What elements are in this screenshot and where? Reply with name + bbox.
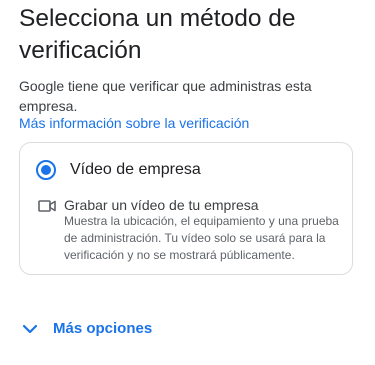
- video-camera-icon: [38, 200, 56, 212]
- more-options-label: Más opciones: [53, 320, 153, 337]
- radio-option-video[interactable]: Vídeo de empresa: [36, 158, 201, 182]
- intro-description: Google tiene que verificar que administr…: [19, 78, 312, 114]
- radio-selected-icon[interactable]: [36, 160, 56, 180]
- option-detail-title: Grabar un vídeo de tu empresa: [64, 197, 259, 213]
- option-detail-description: Muestra la ubicación, el equipamiento y …: [64, 214, 339, 262]
- page-title: Selecciona un método de verificación: [19, 5, 296, 64]
- more-options-button[interactable]: Más opciones: [22, 319, 152, 339]
- radio-option-label: Vídeo de empresa: [70, 161, 201, 178]
- learn-more-link[interactable]: Más información sobre la verificación: [19, 114, 249, 132]
- verification-option-card[interactable]: Vídeo de empresa Grabar un vídeo de tu e…: [19, 142, 353, 275]
- chevron-down-icon: [22, 324, 38, 334]
